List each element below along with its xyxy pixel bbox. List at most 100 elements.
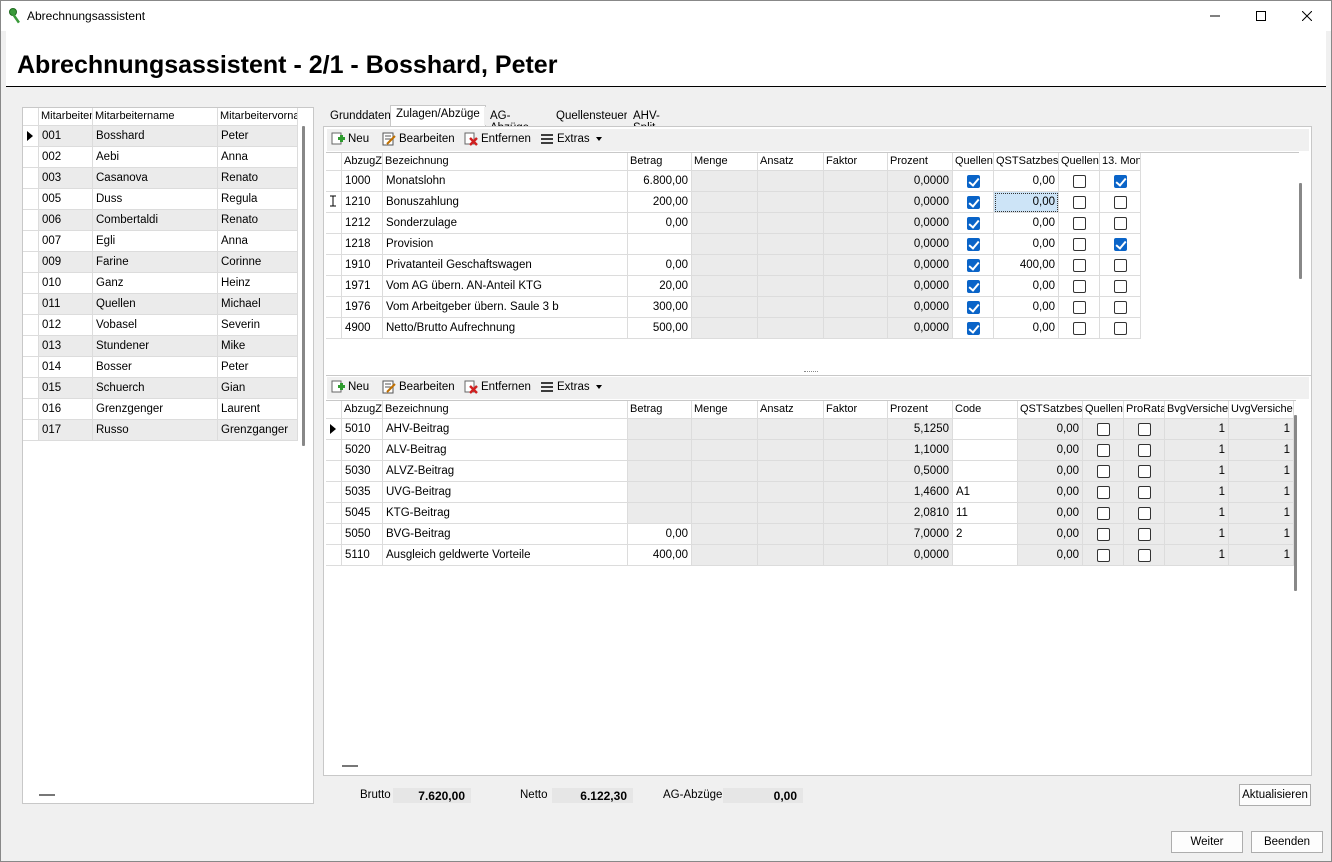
upper-cell-name[interactable]: Provision	[383, 234, 628, 255]
tab-quellensteuer[interactable]: Quellensteuer	[550, 107, 634, 125]
employee-cell[interactable]: 015	[39, 378, 93, 399]
employee-cell[interactable]: Ganz	[93, 273, 218, 294]
upper-cell-q2[interactable]	[1059, 171, 1100, 192]
lower-cell-name[interactable]: ALV-Beitrag	[383, 440, 628, 461]
upper-cell-q1[interactable]	[953, 297, 994, 318]
lower-column-header[interactable]: Menge	[692, 401, 758, 419]
checkbox[interactable]	[1137, 422, 1151, 436]
employee-cell[interactable]: 006	[39, 210, 93, 231]
upper-cell-qst[interactable]: 0,00	[994, 192, 1059, 213]
remove-button[interactable]: Entfernen	[464, 380, 531, 394]
lower-cell-betrag[interactable]	[628, 503, 692, 524]
employee-cell[interactable]: Peter	[218, 357, 298, 378]
lower-cell-code[interactable]: 5045	[342, 503, 383, 524]
lower-cell-empty[interactable]	[824, 503, 888, 524]
employee-cell[interactable]: Bosser	[93, 357, 218, 378]
upper-cell-empty[interactable]	[758, 171, 824, 192]
checkbox[interactable]	[1072, 216, 1086, 230]
tab-ahv-split[interactable]: AHV-Split	[627, 107, 666, 134]
upper-cell-empty[interactable]	[824, 171, 888, 192]
upper-cell-name[interactable]: Bonuszahlung	[383, 192, 628, 213]
lower-cell-cb1[interactable]	[1083, 440, 1124, 461]
upper-column-header[interactable]: QSTSatzbest	[994, 153, 1059, 171]
checkbox[interactable]	[1113, 279, 1127, 293]
lower-cell-kcode[interactable]	[953, 545, 1018, 566]
employee-cell[interactable]: 013	[39, 336, 93, 357]
checkbox[interactable]	[1096, 506, 1110, 520]
checkbox[interactable]	[1072, 237, 1086, 251]
upper-cell-empty[interactable]	[692, 297, 758, 318]
upper-cell-qst[interactable]: 0,00	[994, 213, 1059, 234]
lower-cell-qst[interactable]: 0,00	[1018, 440, 1083, 461]
employee-cell[interactable]: Anna	[218, 231, 298, 252]
lower-cell-empty[interactable]	[758, 440, 824, 461]
upper-cell-code[interactable]: 4900	[342, 318, 383, 339]
checkbox[interactable]	[1113, 216, 1127, 230]
employee-cell[interactable]: Corinne	[218, 252, 298, 273]
tab-grunddaten[interactable]: Grunddaten	[324, 107, 397, 125]
upper-scrollbar[interactable]	[1299, 183, 1302, 279]
horizontal-scroll-thumb[interactable]	[342, 765, 358, 767]
employee-cell[interactable]: Egli	[93, 231, 218, 252]
employee-cell[interactable]: Farine	[93, 252, 218, 273]
upper-cell-empty[interactable]	[758, 255, 824, 276]
employee-cell[interactable]: Schuerch	[93, 378, 218, 399]
row-selector[interactable]	[23, 168, 39, 189]
lower-cell-code[interactable]: 5030	[342, 461, 383, 482]
upper-cell-betrag[interactable]: 0,00	[628, 255, 692, 276]
checkbox[interactable]	[1137, 443, 1151, 457]
upper-cell-name[interactable]: Monatslohn	[383, 171, 628, 192]
upper-cell-empty[interactable]	[824, 276, 888, 297]
lower-cell-bvg[interactable]: 1	[1165, 503, 1229, 524]
upper-column-header[interactable]: Quellens	[953, 153, 994, 171]
upper-cell-q1[interactable]	[953, 255, 994, 276]
row-selector[interactable]	[23, 189, 39, 210]
row-selector[interactable]	[326, 461, 342, 482]
lower-cell-cb2[interactable]	[1124, 524, 1165, 545]
upper-cell-betrag[interactable]	[628, 234, 692, 255]
upper-cell-prozent[interactable]: 0,0000	[888, 171, 953, 192]
lower-cell-kcode[interactable]	[953, 440, 1018, 461]
lower-cell-empty[interactable]	[824, 524, 888, 545]
upper-column-header[interactable]: Menge	[692, 153, 758, 171]
row-selector[interactable]	[23, 315, 39, 336]
edit-button[interactable]: Bearbeiten	[382, 380, 455, 394]
tab-ag-abz-ge[interactable]: AG-Abzüge	[484, 107, 535, 134]
row-selector[interactable]	[326, 255, 342, 276]
lower-cell-empty[interactable]	[692, 461, 758, 482]
upper-cell-q1[interactable]	[953, 234, 994, 255]
upper-cell-q2[interactable]	[1059, 276, 1100, 297]
lower-cell-prozent[interactable]: 7,0000	[888, 524, 953, 545]
row-selector[interactable]	[23, 273, 39, 294]
row-selector[interactable]	[23, 252, 39, 273]
upper-column-header[interactable]: Prozent	[888, 153, 953, 171]
checkbox[interactable]	[1072, 174, 1086, 188]
employee-column-header[interactable]: Mitarbeitervorna	[218, 108, 298, 126]
lower-column-header[interactable]: ProRata	[1124, 401, 1165, 419]
lower-cell-betrag[interactable]	[628, 482, 692, 503]
employee-cell[interactable]: 007	[39, 231, 93, 252]
lower-cell-qst[interactable]: 0,00	[1018, 503, 1083, 524]
employee-cell[interactable]: Stundener	[93, 336, 218, 357]
upper-cell-betrag[interactable]: 500,00	[628, 318, 692, 339]
row-selector[interactable]	[23, 294, 39, 315]
upper-cell-empty[interactable]	[692, 255, 758, 276]
upper-cell-empty[interactable]	[692, 276, 758, 297]
lower-cell-empty[interactable]	[758, 482, 824, 503]
checkbox[interactable]	[966, 300, 980, 314]
lower-cell-bvg[interactable]: 1	[1165, 482, 1229, 503]
lower-cell-empty[interactable]	[758, 503, 824, 524]
lower-cell-empty[interactable]	[758, 545, 824, 566]
checkbox[interactable]	[1072, 258, 1086, 272]
checkbox[interactable]	[1137, 527, 1151, 541]
row-selector[interactable]	[23, 210, 39, 231]
upper-cell-empty[interactable]	[758, 192, 824, 213]
lower-column-header[interactable]: Quellens	[1083, 401, 1124, 419]
row-selector[interactable]	[23, 336, 39, 357]
checkbox[interactable]	[1137, 485, 1151, 499]
row-selector[interactable]	[326, 318, 342, 339]
upper-cell-prozent[interactable]: 0,0000	[888, 255, 953, 276]
upper-cell-prozent[interactable]: 0,0000	[888, 192, 953, 213]
employee-cell[interactable]: Vobasel	[93, 315, 218, 336]
checkbox[interactable]	[966, 174, 980, 188]
